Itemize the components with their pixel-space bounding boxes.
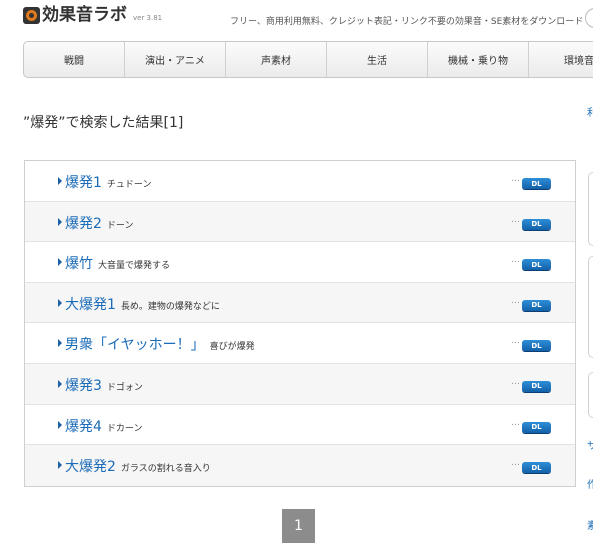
sidebar-fragment-text[interactable]: 作: [587, 476, 593, 491]
result-title[interactable]: 爆発2: [65, 216, 102, 232]
result-description: 大音量で爆発する: [98, 261, 171, 272]
result-description: 長め。建物の爆発などに: [120, 301, 220, 312]
result-title[interactable]: 爆発4: [65, 419, 102, 435]
triangle-bullet-icon: [58, 461, 62, 470]
download-button[interactable]: DL: [522, 380, 551, 392]
site-tagline: フリー、商用利用無料、クレジット表記・リンク不要の効果音・SE素材をダウンロード: [230, 17, 584, 27]
triangle-bullet-icon: [58, 420, 62, 429]
dots-indicator: …: [511, 376, 520, 387]
result-row: 爆発2 ドーン … DL: [25, 201, 575, 243]
dots-indicator: …: [511, 458, 520, 469]
result-title-link[interactable]: 大爆発2 ガラスの割れる音入り: [65, 456, 211, 476]
nav-item-voice[interactable]: 声素材: [226, 42, 327, 77]
sidebar-panel: [588, 172, 593, 246]
category-nav: 戦闘 演出・アニメ 声素材 生活 機械・乗り物 環境音: [23, 41, 593, 78]
result-title-link[interactable]: 爆発1 チュドーン: [65, 172, 151, 192]
search-result-heading: ”爆発”で検索した結果[1]: [23, 115, 184, 131]
download-button[interactable]: DL: [522, 259, 551, 271]
result-title[interactable]: 爆発1: [65, 175, 102, 191]
result-title-link[interactable]: 爆発3 ドゴォン: [65, 375, 143, 395]
triangle-bullet-icon: [58, 177, 62, 185]
dots-indicator: …: [511, 417, 520, 428]
triangle-bullet-icon: [58, 258, 62, 267]
result-title-link[interactable]: 爆竹 大音量で爆発する: [65, 253, 170, 273]
result-row: 大爆発2 ガラスの割れる音入り … DL: [25, 445, 575, 486]
result-description: チュドーン: [106, 180, 152, 190]
nav-item-battle[interactable]: 戦闘: [24, 42, 125, 77]
triangle-bullet-icon: [58, 217, 62, 226]
dots-indicator: …: [511, 255, 520, 266]
pagination-page-button[interactable]: 1: [282, 509, 315, 543]
dots-indicator: …: [511, 295, 520, 306]
nav-item-life[interactable]: 生活: [327, 42, 428, 77]
download-button[interactable]: DL: [522, 178, 551, 189]
download-button[interactable]: DL: [522, 299, 551, 311]
search-results-list: 爆発1 チュドーン… DL 爆発2 ドーン… DL 爆竹 大音量で爆発する… DL 大爆発1 長め。…: [24, 160, 576, 487]
result-title[interactable]: 大爆発1: [65, 297, 116, 313]
sidebar-panel: [588, 256, 593, 358]
speaker-logo-icon: [23, 7, 40, 24]
result-title[interactable]: 大爆発2: [65, 459, 116, 475]
sidebar-fragment-text[interactable]: サ: [587, 437, 593, 452]
download-button[interactable]: DL: [522, 421, 551, 433]
site-logo[interactable]: 効果音ラボ ver 3.81: [23, 7, 162, 24]
download-button[interactable]: DL: [522, 340, 551, 352]
page-root: 効果音ラボ ver 3.81 フリー、商用利用無料、クレジット表記・リンク不要の…: [0, 0, 593, 558]
result-row: 爆竹 大音量で爆発する … DL: [25, 242, 575, 283]
dots-indicator: …: [511, 174, 520, 184]
result-title-link[interactable]: 男衆「イヤッホー！」 喜びが爆発: [65, 334, 255, 354]
result-row: 爆発4 ドカーン … DL: [25, 405, 575, 446]
result-description: ドカーン: [106, 423, 143, 434]
nav-item-anime[interactable]: 演出・アニメ: [125, 42, 226, 77]
logo-text: 効果音ラボ: [42, 5, 127, 25]
dots-indicator: …: [511, 336, 520, 347]
site-header: 効果音ラボ ver 3.81 フリー、商用利用無料、クレジット表記・リンク不要の…: [0, 0, 593, 36]
sidebar-panel: [588, 372, 593, 418]
download-button[interactable]: DL: [522, 462, 551, 474]
header-round-button[interactable]: [585, 8, 593, 28]
result-title[interactable]: 爆発3: [65, 378, 102, 394]
version-label: ver 3.81: [133, 14, 163, 22]
nav-item-machine[interactable]: 機械・乗り物: [428, 42, 529, 77]
result-row: 大爆発1 長め。建物の爆発などに … DL: [25, 282, 575, 324]
result-description: ドゴォン: [106, 382, 143, 393]
result-description: ドーン: [106, 220, 134, 231]
triangle-bullet-icon: [58, 379, 62, 388]
result-description: ガラスの割れる音入り: [120, 464, 211, 475]
sidebar-fragment-text[interactable]: 素: [587, 517, 593, 532]
result-row: 男衆「イヤッホー！」 喜びが爆発 … DL: [25, 323, 575, 364]
dots-indicator: …: [511, 214, 520, 225]
result-title-link[interactable]: 爆発4 ドカーン: [65, 416, 142, 436]
triangle-bullet-icon: [58, 339, 62, 348]
result-title-link[interactable]: 爆発2 ドーン: [65, 213, 133, 233]
download-button[interactable]: DL: [522, 218, 551, 230]
result-row: 爆発3 ドゴォン … DL: [25, 363, 575, 405]
nav-item-environment[interactable]: 環境音: [529, 42, 593, 77]
sidebar-fragment-text[interactable]: 利: [587, 104, 593, 119]
result-row: 爆発1 チュドーン … DL: [25, 161, 575, 202]
result-title[interactable]: 男衆「イヤッホー！」: [65, 337, 205, 353]
result-title-link[interactable]: 大爆発1 長め。建物の爆発などに: [65, 294, 220, 314]
result-description: 喜びが爆発: [209, 342, 255, 353]
result-title[interactable]: 爆竹: [65, 256, 93, 272]
triangle-bullet-icon: [58, 298, 62, 307]
